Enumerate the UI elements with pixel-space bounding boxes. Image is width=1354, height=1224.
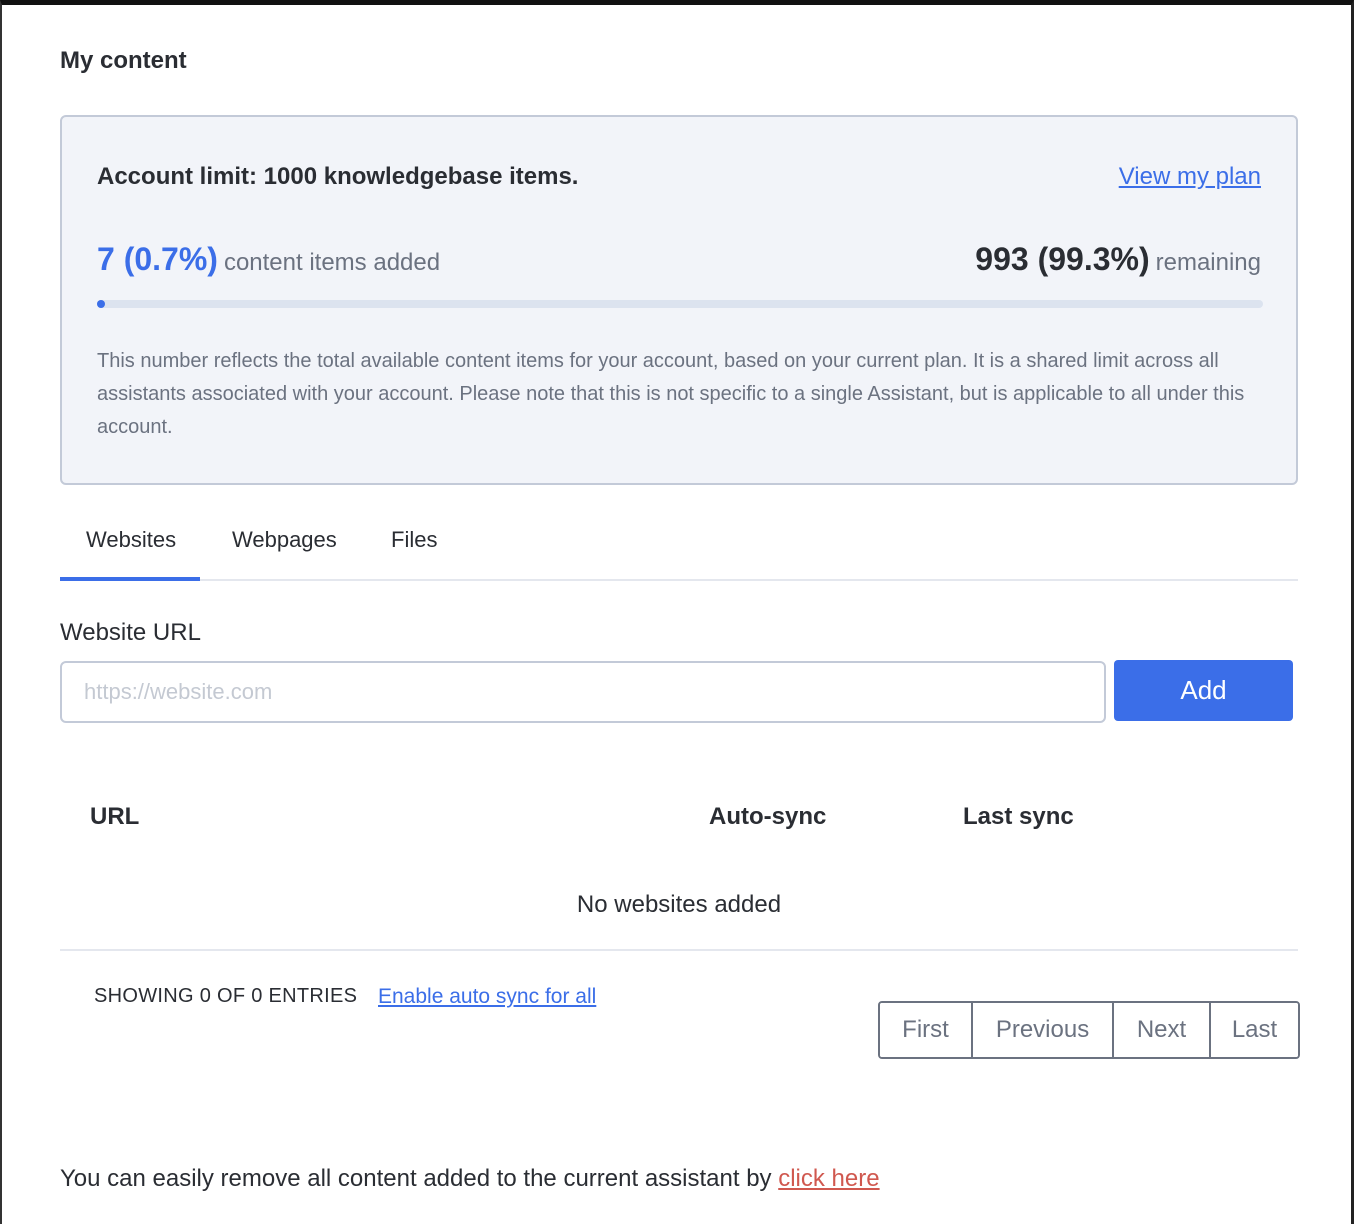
column-header-last-sync: Last sync: [963, 803, 1074, 830]
active-tab-indicator: [60, 577, 200, 581]
items-added-value: 7 (0.7%): [97, 241, 218, 277]
usage-progress-bar: [97, 300, 1263, 308]
items-remaining-label: remaining: [1155, 249, 1261, 276]
website-url-label: Website URL: [60, 619, 201, 646]
app-frame: My content Account limit: 1000 knowledge…: [0, 0, 1354, 1224]
content-tabs: Websites Webpages Files: [60, 505, 1298, 581]
usage-progress-fill: [97, 300, 106, 308]
pagination-next-button[interactable]: Next: [1112, 1003, 1209, 1057]
enable-auto-sync-link[interactable]: Enable auto sync for all: [378, 985, 596, 1009]
empty-table-message: No websites added: [576, 891, 782, 918]
pagination-last-button[interactable]: Last: [1209, 1003, 1298, 1057]
tab-files[interactable]: Files: [391, 527, 437, 553]
pagination-first-button[interactable]: First: [880, 1003, 971, 1057]
account-limit-description: This number reflects the total available…: [97, 350, 1245, 438]
add-website-button[interactable]: Add: [1114, 660, 1293, 721]
account-limit-title: Account limit: 1000 knowledgebase items.: [97, 163, 579, 190]
website-url-input[interactable]: [60, 661, 1106, 723]
table-divider: [60, 949, 1298, 951]
account-limit-card: Account limit: 1000 knowledgebase items.…: [60, 115, 1298, 485]
remove-content-note: You can easily remove all content added …: [60, 1165, 880, 1193]
pagination: First Previous Next Last: [878, 1001, 1300, 1059]
remove-content-text: You can easily remove all content added …: [60, 1165, 772, 1192]
items-remaining-stat: 993 (99.3%) remaining: [975, 241, 1261, 278]
column-header-url: URL: [90, 803, 140, 830]
pagination-previous-button[interactable]: Previous: [971, 1003, 1112, 1057]
tab-webpages[interactable]: Webpages: [232, 527, 337, 553]
tab-websites[interactable]: Websites: [86, 527, 176, 553]
remove-all-content-link[interactable]: click here: [778, 1165, 879, 1192]
items-added-stat: 7 (0.7%) content items added: [97, 241, 440, 278]
page-title: My content: [60, 47, 187, 74]
items-remaining-value: 993 (99.3%): [975, 241, 1150, 277]
column-header-auto-sync: Auto-sync: [709, 803, 827, 830]
entries-count: SHOWING 0 OF 0 ENTRIES: [94, 985, 358, 1007]
items-added-label: content items added: [223, 249, 441, 276]
view-my-plan-link[interactable]: View my plan: [1119, 163, 1261, 191]
